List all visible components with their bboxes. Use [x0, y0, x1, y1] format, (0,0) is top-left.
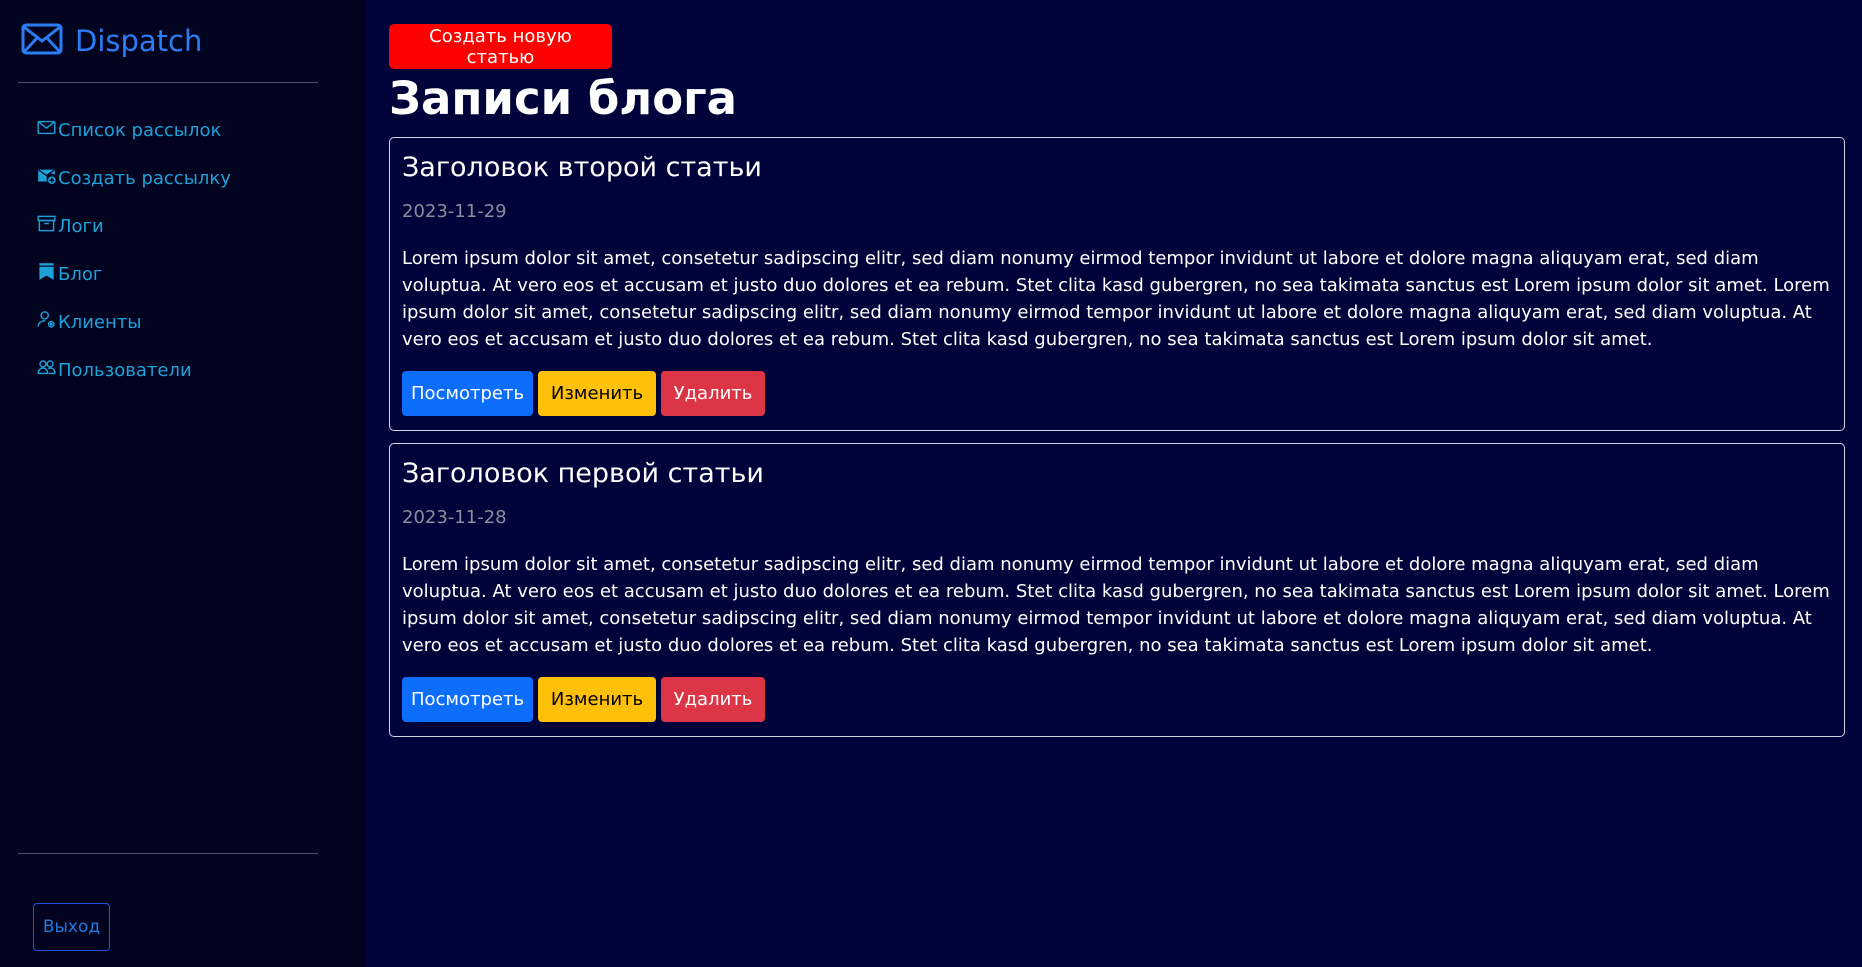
sidebar-item-mailing-list[interactable]: Список рассылок [37, 106, 231, 154]
sidebar: Dispatch Список рассылок Создать рассылк… [0, 0, 366, 967]
view-button[interactable]: Посмотреть [402, 677, 533, 722]
blog-post-card: Заголовок второй статьи 2023-11-29 Lorem… [389, 137, 1845, 431]
sidebar-divider-bottom [18, 853, 318, 854]
post-body: Lorem ipsum dolor sit amet, consetetur s… [402, 248, 1830, 350]
post-actions: Посмотреть Изменить Удалить [402, 371, 1832, 416]
sidebar-item-label: Блог [58, 263, 103, 285]
sidebar-nav: Список рассылок Создать рассылку Логи Бл… [37, 106, 231, 394]
edit-button[interactable]: Изменить [538, 677, 656, 722]
archive-icon [37, 214, 58, 238]
post-title: Заголовок первой статьи [402, 458, 764, 489]
brand-name: Dispatch [75, 24, 203, 58]
sidebar-item-label: Пользователи [58, 359, 192, 381]
sidebar-divider-top [18, 82, 318, 83]
sidebar-item-label: Создать рассылку [58, 167, 231, 189]
page-title: Записи блога [389, 72, 738, 125]
people-icon [37, 358, 58, 382]
sidebar-item-clients[interactable]: Клиенты [37, 298, 231, 346]
edit-button[interactable]: Изменить [538, 371, 656, 416]
sidebar-item-label: Логи [58, 215, 104, 237]
delete-button[interactable]: Удалить [661, 677, 765, 722]
sidebar-item-label: Список рассылок [58, 119, 222, 141]
create-article-button[interactable]: Создать новую статью [389, 24, 612, 69]
delete-button[interactable]: Удалить [661, 371, 765, 416]
person-gear-icon [37, 310, 58, 334]
envelope-icon [37, 118, 58, 142]
brand-link[interactable]: Dispatch [21, 20, 202, 62]
envelope-logo-icon [21, 19, 63, 63]
sidebar-item-label: Клиенты [58, 311, 142, 333]
post-title: Заголовок второй статьи [402, 152, 762, 183]
logout-button[interactable]: Выход [33, 903, 110, 951]
post-date: 2023-11-29 [402, 201, 507, 222]
sidebar-item-create-mailing[interactable]: Создать рассылку [37, 154, 231, 202]
view-button[interactable]: Посмотреть [402, 371, 533, 416]
blog-post-card: Заголовок первой статьи 2023-11-28 Lorem… [389, 443, 1845, 737]
envelope-plus-icon [37, 166, 58, 190]
bookmarks-icon [37, 262, 58, 286]
sidebar-item-blog[interactable]: Блог [37, 250, 231, 298]
post-date: 2023-11-28 [402, 507, 507, 528]
post-actions: Посмотреть Изменить Удалить [402, 677, 1832, 722]
sidebar-item-users[interactable]: Пользователи [37, 346, 231, 394]
post-body: Lorem ipsum dolor sit amet, consetetur s… [402, 554, 1830, 656]
sidebar-item-logs[interactable]: Логи [37, 202, 231, 250]
